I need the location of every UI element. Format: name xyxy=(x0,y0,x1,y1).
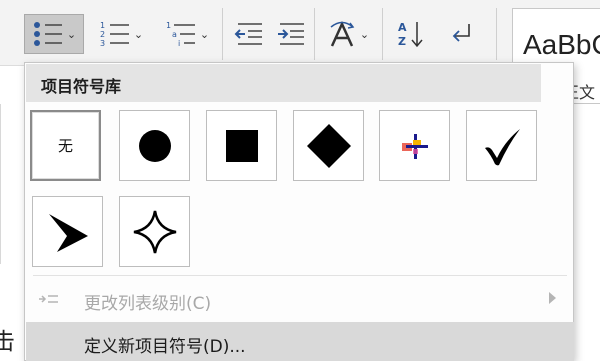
change-list-level-item[interactable]: 更改列表级别(C) xyxy=(26,279,574,319)
ribbon-separator xyxy=(382,8,383,60)
chevron-down-icon: ⌄ xyxy=(359,27,370,41)
ribbon-toolbar: ⌄ 1 2 3 ⌄ 1 a i ⌄ ⌄ A Z xyxy=(0,0,600,66)
decrease-indent-button[interactable] xyxy=(230,14,268,54)
bullet-circle-option[interactable] xyxy=(119,110,190,181)
colorful-cross-icon xyxy=(401,133,428,159)
svg-text:A: A xyxy=(398,21,407,34)
filled-circle-icon xyxy=(138,129,171,162)
text-direction-icon xyxy=(330,20,355,47)
increase-indent-button[interactable] xyxy=(272,14,310,54)
submenu-arrow-icon xyxy=(549,292,556,304)
bullet-list-button[interactable]: ⌄ xyxy=(24,14,84,54)
bullet-colorful-option[interactable] xyxy=(379,110,450,181)
four-point-star-icon xyxy=(133,210,176,253)
checkmark-icon xyxy=(484,128,520,165)
increase-indent-icon xyxy=(278,23,304,45)
ribbon-separator xyxy=(314,8,315,60)
menu-title: 项目符号库 xyxy=(41,77,122,96)
multilevel-list-icon: 1 a i xyxy=(166,21,195,48)
sort-az-icon: A Z xyxy=(398,21,423,48)
svg-text:2: 2 xyxy=(100,30,105,39)
filled-square-icon xyxy=(225,129,258,162)
change-list-level-label: 更改列表级别(C) xyxy=(84,294,212,314)
arrowhead-icon xyxy=(48,213,88,252)
bullet-square-option[interactable] xyxy=(206,110,277,181)
numbered-list-icon: 1 2 3 xyxy=(100,21,129,48)
chevron-down-icon: ⌄ xyxy=(66,27,77,41)
svg-text:i: i xyxy=(178,39,180,48)
filled-diamond-icon xyxy=(306,123,351,168)
bullet-none-option[interactable]: 无 xyxy=(30,110,101,181)
show-marks-button[interactable] xyxy=(442,14,480,54)
document-text: 击 xyxy=(0,329,15,355)
chevron-down-icon: ⌄ xyxy=(133,27,144,41)
sort-button[interactable]: A Z xyxy=(392,14,430,54)
paragraph-mark-icon xyxy=(452,24,470,42)
bullet-list-icon xyxy=(33,22,62,46)
bullet-none-label: 无 xyxy=(57,137,73,155)
svg-text:a: a xyxy=(172,30,177,39)
bullet-star-option[interactable] xyxy=(119,196,190,267)
ribbon-separator xyxy=(496,8,497,60)
list-level-icon xyxy=(39,295,58,303)
multilevel-list-button[interactable]: 1 a i ⌄ xyxy=(158,14,216,54)
text-direction-button[interactable]: ⌄ xyxy=(320,14,376,54)
document-margin-line xyxy=(0,104,1,264)
svg-text:Z: Z xyxy=(398,35,406,48)
numbered-list-button[interactable]: 1 2 3 ⌄ xyxy=(92,14,150,54)
define-new-bullet-label: 定义新项目符号(D)... xyxy=(84,337,246,357)
ribbon-separator xyxy=(222,8,223,60)
style-sample: AaBbC xyxy=(523,29,600,60)
svg-text:3: 3 xyxy=(100,39,105,48)
svg-text:1: 1 xyxy=(100,21,105,30)
menu-divider xyxy=(33,275,567,276)
define-new-bullet-item[interactable]: 定义新项目符号(D)... xyxy=(26,322,574,361)
chevron-down-icon: ⌄ xyxy=(199,27,210,41)
bullet-arrowhead-option[interactable] xyxy=(32,196,103,267)
decrease-indent-icon xyxy=(234,23,262,45)
svg-text:1: 1 xyxy=(166,21,171,30)
bullet-checkmark-option[interactable] xyxy=(466,110,537,181)
menu-header: 项目符号库 xyxy=(26,64,541,102)
bullet-diamond-option[interactable] xyxy=(293,110,364,181)
bullet-library-menu: 项目符号库 无 更改列表级别(C) 定义新项目符号(D)... xyxy=(24,62,574,361)
